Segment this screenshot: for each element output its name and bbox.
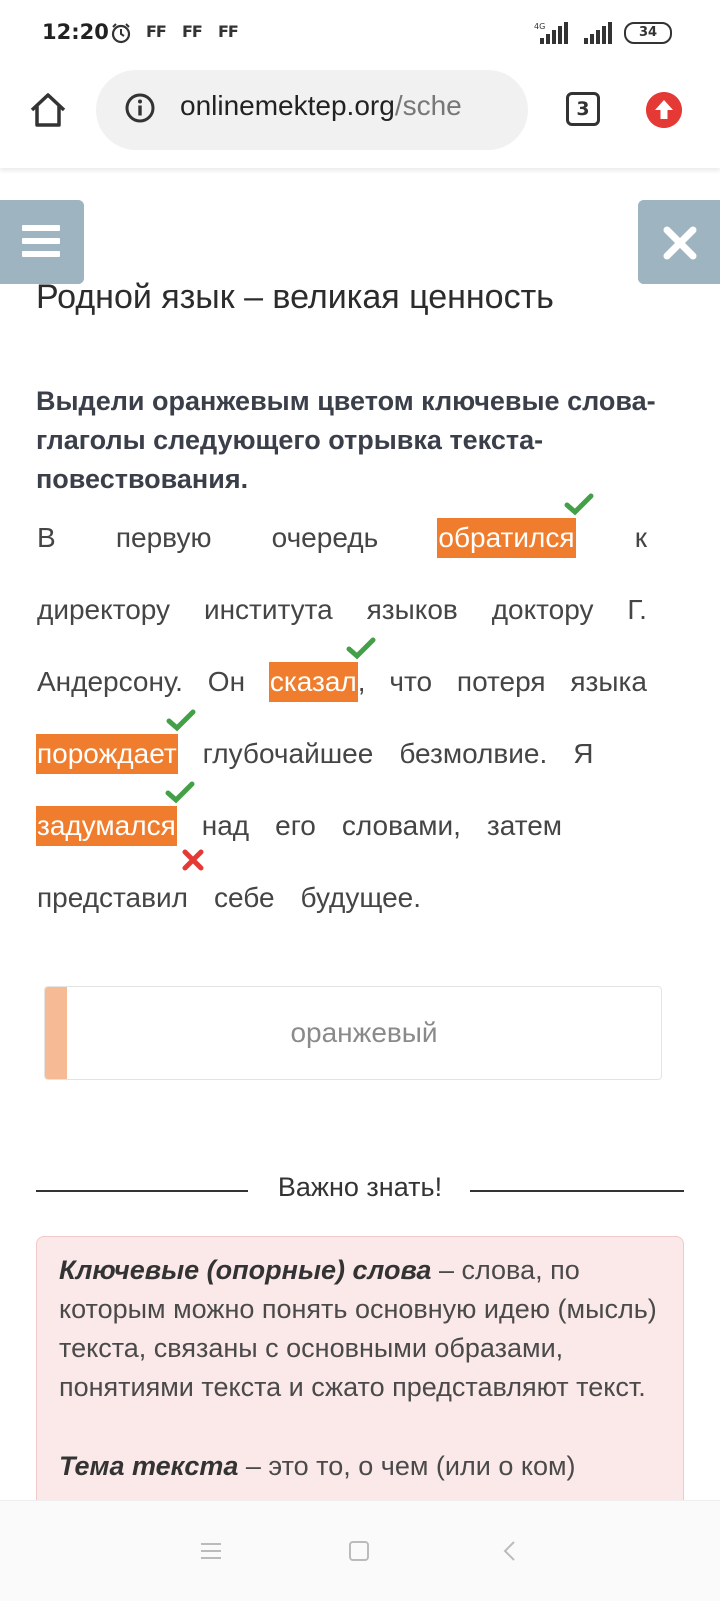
word[interactable]: В xyxy=(36,518,57,558)
status-time: 12:20 xyxy=(42,20,109,44)
passage-line: Впервую очередь обратился к xyxy=(36,493,648,558)
nav-home-icon[interactable] xyxy=(345,1537,373,1565)
info-divider: Важно знать! xyxy=(36,1170,684,1210)
info-def-2: – это то, о чем (или о ком) xyxy=(238,1451,576,1481)
task-instruction: Выдели оранжевым цветом ключевые слова-г… xyxy=(36,386,656,494)
cross-icon xyxy=(182,849,204,871)
color-option-label: оранжевый xyxy=(290,1017,438,1048)
word[interactable]: его xyxy=(274,806,317,846)
word[interactable]: Он xyxy=(207,662,246,702)
word[interactable]: словами, xyxy=(341,806,462,846)
word[interactable]: потеря xyxy=(456,662,547,702)
color-option-orange[interactable]: оранжевый xyxy=(44,986,662,1080)
info-term-1: Ключевые (опорные) слова xyxy=(59,1255,432,1285)
alarm-icon xyxy=(111,23,131,44)
info-term-2: Тема текста xyxy=(59,1451,239,1481)
menu-icon xyxy=(22,225,60,257)
word[interactable]: Андерсону. xyxy=(36,662,184,702)
highlighted-word[interactable]: сказал xyxy=(268,637,376,702)
highlighted-word[interactable]: задумался xyxy=(36,781,195,846)
url-host: onlinemektep.org xyxy=(180,90,395,121)
info-card: Ключевые (опорные) слова – слова, по кот… xyxy=(36,1236,684,1538)
passage-line: представил себе будущее. xyxy=(36,849,422,918)
word[interactable]: представил xyxy=(36,849,204,918)
check-icon xyxy=(165,781,195,804)
passage-line: директору института языков доктору Г. xyxy=(36,590,648,630)
passage-line: Андерсону. Он сказал, что потеря языка xyxy=(36,637,648,702)
url-text: onlinemektep.org/sche xyxy=(180,90,462,122)
word[interactable]: Я xyxy=(572,734,594,774)
punctuation: , xyxy=(357,666,366,697)
nav-menu-icon[interactable] xyxy=(197,1537,225,1565)
menu-button[interactable] xyxy=(0,200,84,284)
nav-back-icon[interactable] xyxy=(496,1537,524,1565)
svg-text:4G: 4G xyxy=(534,22,545,31)
word[interactable]: глубочайшее xyxy=(202,734,375,774)
info-definition-1: Ключевые (опорные) слова – слова, по кот… xyxy=(59,1251,659,1407)
word[interactable]: к xyxy=(634,518,648,558)
system-nav-bar xyxy=(0,1500,720,1601)
close-button[interactable] xyxy=(638,200,720,284)
word[interactable]: языка xyxy=(569,662,648,702)
word[interactable]: языков xyxy=(366,590,459,630)
word[interactable]: безмолвие. xyxy=(398,734,548,774)
word[interactable]: доктору xyxy=(491,590,595,630)
update-icon[interactable] xyxy=(646,92,682,128)
check-icon xyxy=(166,709,196,732)
word[interactable]: очередь xyxy=(271,518,380,558)
check-icon xyxy=(346,637,376,660)
page-title: Родной язык – великая ценность xyxy=(36,278,554,316)
word[interactable]: института xyxy=(203,590,334,630)
word[interactable]: будущее. xyxy=(300,878,422,918)
signal-4g-icon: 4G xyxy=(534,22,568,44)
check-icon xyxy=(564,493,594,516)
status-indicator-3: FF xyxy=(218,22,239,41)
info-definition-2: Тема текста – это то, о чем (или о ком) xyxy=(59,1447,659,1486)
word[interactable]: что xyxy=(388,662,433,702)
word[interactable]: Г. xyxy=(626,590,648,630)
status-bar: 12:20 FF FF FF 4G 34 xyxy=(0,0,720,70)
word[interactable]: затем xyxy=(486,806,563,846)
highlighted-word[interactable]: обратился xyxy=(437,493,594,558)
url-path: /sche xyxy=(394,90,462,121)
tabs-icon[interactable]: 3 xyxy=(566,92,600,126)
word[interactable]: себе xyxy=(213,878,276,918)
address-bar[interactable]: onlinemektep.org/sche xyxy=(96,70,528,150)
passage-line: задумался над его словами, затем xyxy=(36,781,563,846)
highlighted-word[interactable]: порождает xyxy=(36,709,196,774)
browser-toolbar: onlinemektep.org/sche 3 xyxy=(0,70,720,168)
info-icon[interactable] xyxy=(124,92,156,124)
word[interactable]: директору xyxy=(36,590,171,630)
status-indicator-2: FF xyxy=(182,22,203,41)
home-icon[interactable] xyxy=(28,90,68,130)
battery-indicator: 34 xyxy=(624,22,672,44)
info-heading: Важно знать! xyxy=(277,1172,443,1202)
word[interactable]: над xyxy=(201,806,250,846)
word[interactable]: первую xyxy=(115,518,213,558)
passage-line: порождает глубочайшее безмолвие. Я xyxy=(36,709,595,774)
color-swatch xyxy=(45,987,67,1079)
status-indicator-1: FF xyxy=(146,22,167,41)
signal-icon xyxy=(584,22,612,44)
